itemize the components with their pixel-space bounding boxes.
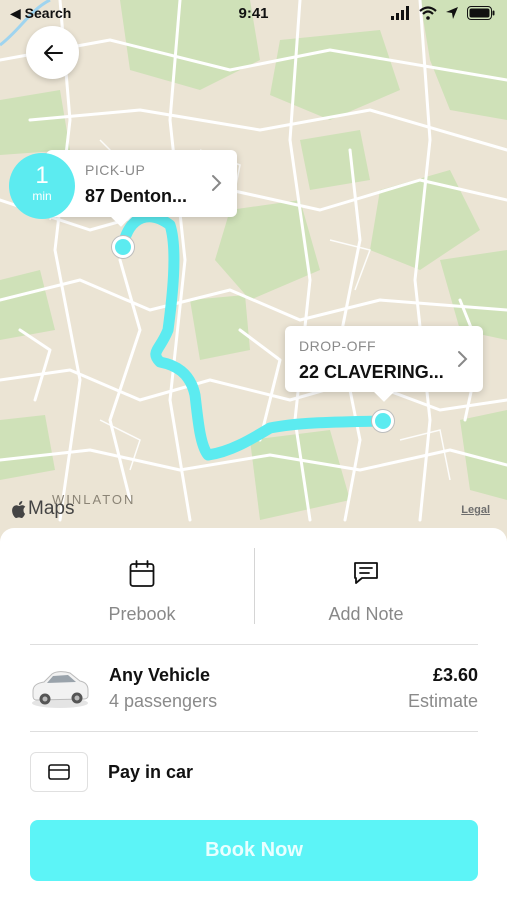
dropoff-address: 22 CLAVERING... [299,362,444,382]
add-note-button[interactable]: Add Note [254,548,478,628]
vehicle-option[interactable]: Any Vehicle 4 passengers £3.60 Estimate [30,645,478,732]
payment-method[interactable]: Pay in car [30,750,478,792]
prebook-button[interactable]: Prebook [30,548,254,628]
apple-icon [12,500,26,518]
vehicle-name: Any Vehicle [109,665,211,685]
wifi-icon [419,6,437,20]
credit-card-icon [48,764,70,780]
payment-label: Pay in car [108,762,194,782]
eta-value: 1 [35,162,49,189]
eta-bubble: 1 min [9,153,75,219]
status-icons [391,6,495,20]
dropoff-callout[interactable]: DROP-OFF 22 CLAVERING... [285,326,483,402]
dropoff-marker[interactable] [372,410,394,432]
maps-brand-text: Maps [28,498,75,519]
fare-price: £3.60 [432,665,478,685]
add-note-label: Add Note [328,604,404,624]
pickup-label: PICK-UP [85,162,146,178]
booking-sheet: Prebook Add Note Any Vehicle 4 passenger… [0,528,507,900]
legal-link[interactable]: Legal [461,504,490,516]
dropoff-label: DROP-OFF [299,338,377,354]
prebook-label: Prebook [108,604,176,624]
chevron-right-icon [212,175,222,191]
arrow-left-icon [43,44,63,61]
car-icon [32,671,89,708]
eta-unit: min [32,189,52,203]
signal-icon [391,6,409,20]
back-button[interactable] [26,26,79,79]
payment-icon-box [30,752,88,792]
message-icon [354,562,378,584]
location-arrow-icon [446,7,458,19]
fare-estimate-label: Estimate [407,691,478,711]
calendar-icon [129,560,155,587]
battery-icon [467,6,495,20]
pickup-address: 87 Denton... [85,186,188,206]
apple-maps-logo: Maps [12,498,74,520]
status-bar: ◀ Search 9:41 [0,0,507,28]
pickup-marker[interactable] [112,236,134,258]
map-view[interactable]: ◀ Search 9:41 PICK-UP 87 Denton... 1 min… [0,0,507,560]
vehicle-passengers: 4 passengers [109,691,218,711]
map-background [0,0,507,522]
chevron-right-icon [458,351,468,367]
action-row: Prebook Add Note [30,528,478,645]
book-now-button[interactable]: Book Now [30,820,478,881]
